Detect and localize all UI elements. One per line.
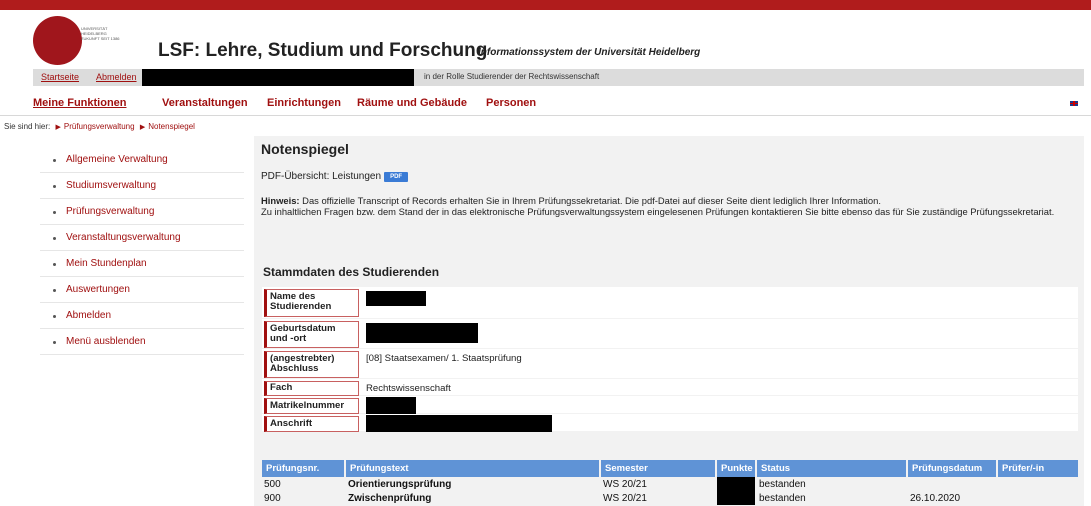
breadcrumb-pruefungsverwaltung[interactable]: Prüfungsverwaltung — [64, 122, 135, 131]
nav-raeume-und-gebaeude[interactable]: Räume und Gebäude — [357, 97, 467, 109]
breadcrumb-notenspiegel[interactable]: Notenspiegel — [148, 122, 195, 131]
cell-semester: WS 20/21 — [603, 493, 647, 504]
stammdaten-table: Name des Studierenden Geburtsdatum und -… — [262, 287, 1078, 432]
cell-status: bestanden — [759, 493, 806, 504]
bullet-icon — [53, 159, 56, 162]
university-logo[interactable] — [33, 16, 82, 65]
breadcrumb: Sie sind hier: ▶ Prüfungsverwaltung ▶ Note… — [4, 122, 195, 131]
main-content: Notenspiegel PDF-Übersicht: Leistungen PD… — [254, 136, 1084, 506]
cell-text: Orientierungsprüfung — [348, 479, 452, 490]
bullet-icon — [53, 263, 56, 266]
hinweis-line-1: Das offizielle Transcript of Records erh… — [302, 195, 881, 206]
sidebar-item-menue-ausblenden[interactable]: Menü ausblenden — [40, 329, 244, 355]
role-text: in der Rolle Studierender der Rechtswiss… — [424, 72, 600, 81]
sidebar-item-label: Allgemeine Verwaltung — [66, 154, 168, 165]
sidebar-item-label: Studiumsverwaltung — [66, 180, 157, 191]
sidebar-item-allgemeine-verwaltung[interactable]: Allgemeine Verwaltung — [40, 147, 244, 173]
sidebar-item-auswertungen[interactable]: Auswertungen — [40, 277, 244, 303]
stamm-row-matrikel: Matrikelnummer — [262, 396, 1078, 414]
main-navigation: Meine Funktionen Veranstaltungen Einrich… — [0, 92, 1091, 116]
cell-nr: 900 — [264, 493, 281, 504]
col-semester: Semester — [601, 460, 715, 477]
breadcrumb-arrow-icon: ▶ — [139, 124, 146, 131]
redacted-username — [142, 69, 414, 86]
sidebar-item-stundenplan[interactable]: Mein Stundenplan — [40, 251, 244, 277]
sidebar-item-label: Menü ausblenden — [66, 336, 146, 347]
sidebar-item-abmelden[interactable]: Abmelden — [40, 303, 244, 329]
logo-text: UNIVERSITÄT HEIDELBERG ZUKUNFT SEIT 1386 — [81, 26, 120, 41]
cell-semester: WS 20/21 — [603, 479, 647, 490]
sidebar-item-pruefungsverwaltung[interactable]: Prüfungsverwaltung — [40, 199, 244, 225]
sidebar-menu: Allgemeine Verwaltung Studiumsverwaltung… — [40, 147, 244, 355]
sidebar-item-studiumsverwaltung[interactable]: Studiumsverwaltung — [40, 173, 244, 199]
stamm-label: Matrikelnummer — [264, 398, 359, 414]
startseite-link[interactable]: Startseite — [41, 72, 79, 82]
col-pruefungsnr: Prüfungsnr. — [262, 460, 344, 477]
col-pruefungstext: Prüfungstext — [346, 460, 599, 477]
stamm-row-birth: Geburtsdatum und -ort — [262, 319, 1078, 349]
pdf-overview-label: PDF-Übersicht: Leistungen — [261, 171, 382, 182]
cell-text: Zwischenprüfung — [348, 493, 432, 504]
bullet-icon — [53, 185, 56, 188]
table-row: 900 Zwischenprüfung WS 20/21 bestanden 2… — [262, 491, 1078, 505]
nav-einrichtungen[interactable]: Einrichtungen — [267, 97, 341, 109]
cell-status: bestanden — [759, 479, 806, 490]
abmelden-link[interactable]: Abmelden — [96, 72, 137, 82]
stamm-value: [08] Staatsexamen/ 1. Staatsprüfung — [366, 353, 522, 364]
app-subtitle: Informationssystem der Universität Heide… — [478, 47, 701, 58]
redacted-punkte — [717, 491, 755, 505]
hinweis-text: Hinweis: Das offizielle Transcript of Re… — [261, 195, 1071, 217]
user-bar: Startseite Abmelden in der Rolle Studier… — [33, 69, 1084, 86]
exams-table: Prüfungsnr. Prüfungstext Semester Punkte… — [262, 460, 1078, 505]
app-title: LSF: Lehre, Studium und Forschung — [158, 40, 488, 61]
pdf-overview: PDF-Übersicht: Leistungen PDF — [261, 171, 409, 182]
redacted-matrikelnummer — [366, 397, 416, 414]
exams-header-row: Prüfungsnr. Prüfungstext Semester Punkte… — [262, 460, 1078, 477]
english-flag-icon[interactable] — [1069, 100, 1079, 107]
nav-meine-funktionen[interactable]: Meine Funktionen — [33, 97, 127, 109]
stamm-row-anschrift: Anschrift — [262, 414, 1078, 432]
cell-nr: 500 — [264, 479, 281, 490]
sidebar-item-label: Mein Stundenplan — [66, 258, 147, 269]
stamm-label: Geburtsdatum und -ort — [264, 321, 359, 348]
bullet-icon — [53, 315, 56, 318]
col-punkte: Punkte — [717, 460, 755, 477]
stamm-row-name: Name des Studierenden — [262, 287, 1078, 319]
top-brand-bar — [0, 0, 1091, 10]
col-pruefungsdatum: Prüfungsdatum — [908, 460, 996, 477]
redacted-name — [366, 291, 426, 306]
redacted-address — [366, 415, 552, 432]
bullet-icon — [53, 237, 56, 240]
sidebar-item-veranstaltungsverwaltung[interactable]: Veranstaltungsverwaltung — [40, 225, 244, 251]
bullet-icon — [53, 341, 56, 344]
sidebar-item-label: Abmelden — [66, 310, 112, 321]
stamm-label: Fach — [264, 381, 359, 396]
sidebar-item-label: Veranstaltungsverwaltung — [66, 232, 181, 243]
redacted-punkte — [717, 477, 755, 491]
bullet-icon — [53, 289, 56, 292]
table-row: 500 Orientierungsprüfung WS 20/21 bestan… — [262, 477, 1078, 491]
stamm-label: (angestrebter) Abschluss — [264, 351, 359, 378]
col-pruefer: Prüfer/-in — [998, 460, 1078, 477]
page-title: Notenspiegel — [261, 141, 349, 157]
pdf-icon[interactable]: PDF — [384, 172, 409, 182]
breadcrumb-arrow-icon: ▶ — [55, 124, 61, 131]
stamm-label: Name des Studierenden — [264, 289, 359, 317]
hinweis-line-2: Zu inhaltlichen Fragen bzw. dem Stand de… — [261, 205, 1055, 217]
bullet-icon — [53, 211, 56, 214]
sidebar-item-label: Prüfungsverwaltung — [66, 206, 155, 217]
nav-personen[interactable]: Personen — [486, 97, 536, 109]
breadcrumb-prefix: Sie sind hier: — [4, 122, 51, 131]
col-status: Status — [757, 460, 906, 477]
stamm-row-fach: Fach Rechtswissenschaft — [262, 379, 1078, 396]
stamm-value: Rechtswissenschaft — [366, 383, 451, 394]
stammdaten-heading: Stammdaten des Studierenden — [263, 265, 440, 279]
nav-veranstaltungen[interactable]: Veranstaltungen — [162, 97, 248, 109]
cell-datum: 26.10.2020 — [910, 493, 961, 504]
stamm-label: Anschrift — [264, 416, 359, 432]
stamm-row-abschluss: (angestrebter) Abschluss [08] Staatsexam… — [262, 349, 1078, 379]
redacted-birthdate — [366, 323, 478, 343]
sidebar-item-label: Auswertungen — [66, 284, 130, 295]
hinweis-label: Hinweis: — [261, 195, 300, 206]
